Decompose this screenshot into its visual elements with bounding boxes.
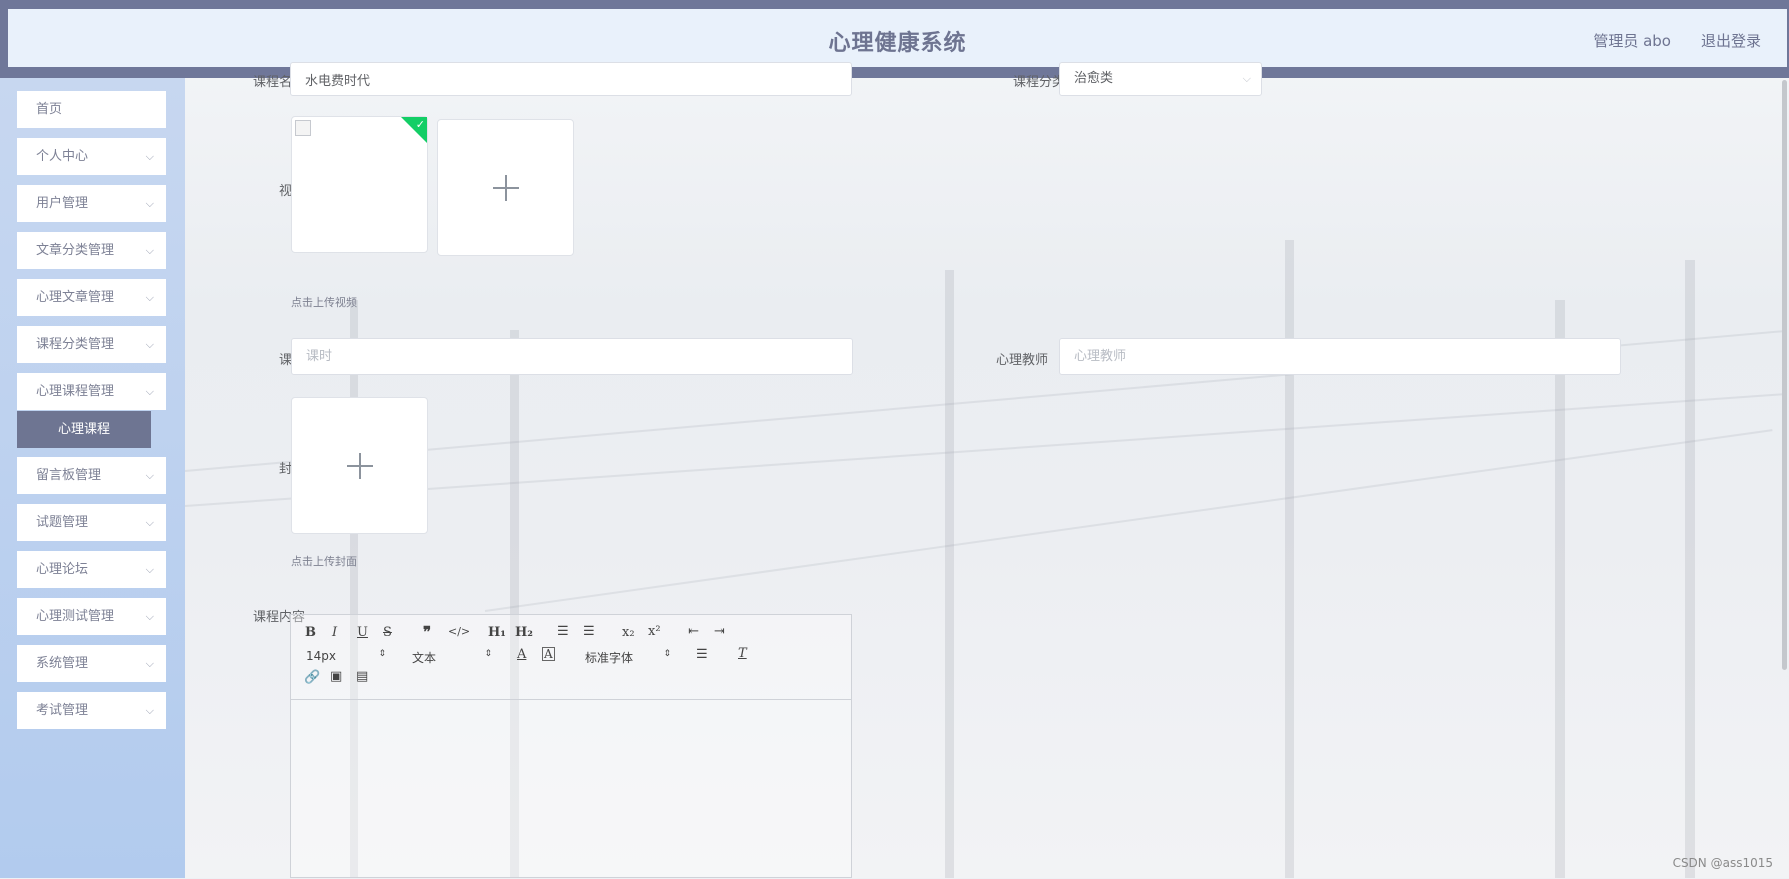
chevron-down-icon: ⌵ — [145, 610, 154, 623]
sidebar-item-label: 心理论坛 — [36, 562, 89, 577]
video-upload-hint: 点击上传视频 — [291, 296, 357, 309]
bold-icon[interactable]: B — [305, 625, 316, 640]
header-select[interactable]: 文本 ⇕ — [412, 649, 492, 665]
underline-icon[interactable]: U — [357, 625, 368, 640]
plus-icon — [492, 174, 519, 201]
course-category-select[interactable]: 治愈类 ⌵ — [1059, 62, 1262, 96]
check-icon: ✓ — [415, 118, 425, 131]
image-icon[interactable]: ▣ — [330, 669, 342, 684]
updown-arrow-icon: ⇕ — [663, 649, 671, 659]
superscript-icon[interactable]: x² — [648, 624, 661, 639]
ordered-list-icon[interactable]: ☰ — [557, 624, 569, 639]
editor-content-area[interactable] — [291, 699, 851, 879]
header-select-value: 文本 — [412, 651, 437, 665]
chevron-down-icon: ⌵ — [145, 704, 154, 717]
bullet-list-icon[interactable]: ☰ — [583, 624, 595, 639]
strikethrough-icon[interactable]: S — [383, 625, 392, 640]
sidebar-item-forum[interactable]: 心理论坛 ⌵ — [17, 551, 166, 588]
sidebar-item-article-management[interactable]: 心理文章管理 ⌵ — [17, 279, 166, 316]
font-color-icon[interactable]: A — [517, 647, 526, 662]
sidebar-item-label: 心理文章管理 — [36, 290, 115, 305]
rich-text-editor: B I U S ❞ </> H₁ H₂ ☰ ☰ x₂ x² ⇤ ⇥ 14px ⇕ … — [290, 614, 852, 878]
chevron-down-icon: ⌵ — [145, 657, 154, 670]
plus-icon — [346, 452, 373, 479]
background-color-icon[interactable]: A — [542, 647, 555, 661]
code-block-icon[interactable]: </> — [448, 625, 470, 638]
updown-arrow-icon: ⇕ — [484, 649, 492, 659]
italic-icon[interactable]: I — [332, 625, 337, 640]
subscript-icon[interactable]: x₂ — [622, 625, 635, 640]
sidebar-item-user-management[interactable]: 用户管理 ⌵ — [17, 185, 166, 222]
sidebar-item-label: 考试管理 — [36, 703, 89, 718]
header1-icon[interactable]: H₁ — [488, 625, 506, 640]
teacher-input[interactable] — [1059, 338, 1621, 375]
sidebar-item-label: 心理测试管理 — [36, 609, 115, 624]
header2-icon[interactable]: H₂ — [515, 625, 533, 640]
chevron-down-icon: ⌵ — [145, 563, 154, 576]
sidebar-item-label: 心理课程管理 — [36, 384, 115, 399]
submenu-item-course[interactable]: 心理课程 — [17, 411, 151, 448]
sidebar-item-exam-management[interactable]: 考试管理 ⌵ — [17, 692, 166, 729]
sidebar-item-message-board[interactable]: 留言板管理 ⌵ — [17, 457, 166, 494]
course-category-value: 治愈类 — [1074, 71, 1114, 86]
font-family-value: 标准字体 — [585, 651, 634, 665]
teacher-label: 心理教师 — [995, 353, 1048, 368]
editor-toolbar: B I U S ❞ </> H₁ H₂ ☰ ☰ x₂ x² ⇤ ⇥ 14px ⇕ … — [291, 615, 851, 700]
clear-format-icon[interactable]: T — [738, 646, 747, 661]
sidebar-item-label: 课程分类管理 — [36, 337, 115, 352]
chevron-down-icon: ⌵ — [145, 150, 154, 163]
chevron-down-icon: ⌵ — [145, 338, 154, 351]
chevron-down-icon: ⌵ — [1242, 72, 1251, 85]
sidebar-item-test-management[interactable]: 心理测试管理 ⌵ — [17, 598, 166, 635]
sidebar-item-article-category[interactable]: 文章分类管理 ⌵ — [17, 232, 166, 269]
cover-upload-hint: 点击上传封面 — [291, 555, 357, 568]
chevron-down-icon: ⌵ — [145, 197, 154, 210]
chevron-down-icon: ⌵ — [145, 469, 154, 482]
video-upload-button[interactable] — [437, 119, 574, 256]
align-icon[interactable]: ☰ — [696, 647, 708, 662]
video-uploaded-item[interactable]: ✓ — [291, 116, 428, 253]
sidebar-item-personal-center[interactable]: 个人中心 ⌵ — [17, 138, 166, 175]
font-size-select[interactable]: 14px ⇕ — [306, 649, 386, 665]
indent-icon[interactable]: ⇥ — [714, 624, 725, 639]
sidebar-item-home[interactable]: 首页 — [17, 91, 166, 128]
updown-arrow-icon: ⇕ — [378, 649, 386, 659]
sidebar-item-label: 系统管理 — [36, 656, 89, 671]
blockquote-icon[interactable]: ❞ — [423, 623, 431, 641]
broken-image-icon — [295, 120, 311, 136]
sidebar-item-label: 文章分类管理 — [36, 243, 115, 258]
sidebar-item-label: 试题管理 — [36, 515, 89, 530]
cover-upload-button[interactable] — [291, 397, 428, 534]
sidebar-item-course-category[interactable]: 课程分类管理 ⌵ — [17, 326, 166, 363]
font-size-value: 14px — [306, 649, 336, 663]
sidebar-item-system-management[interactable]: 系统管理 ⌵ — [17, 645, 166, 682]
sidebar-item-question-management[interactable]: 试题管理 ⌵ — [17, 504, 166, 541]
link-icon[interactable]: 🔗 — [304, 670, 320, 685]
chevron-up-icon: ⌵ — [145, 385, 154, 398]
sidebar-item-label: 首页 — [36, 102, 63, 117]
chevron-down-icon: ⌵ — [145, 244, 154, 257]
course-name-input[interactable] — [290, 62, 852, 96]
sidebar-item-course-management[interactable]: 心理课程管理 ⌵ — [17, 373, 166, 410]
sidebar: 首页 个人中心 ⌵ 用户管理 ⌵ 文章分类管理 ⌵ 心理文章管理 ⌵ 课程分类管理 ⌵ 心… — [0, 78, 185, 878]
video-icon[interactable]: ▤ — [356, 669, 368, 684]
font-family-select[interactable]: 标准字体 ⇕ — [585, 649, 671, 665]
page-scrollbar[interactable] — [1782, 80, 1787, 670]
sidebar-item-label: 个人中心 — [36, 149, 89, 164]
outdent-icon[interactable]: ⇤ — [688, 624, 699, 639]
hours-input[interactable] — [291, 338, 853, 375]
watermark: CSDN @ass1015 — [1672, 856, 1773, 870]
sidebar-item-label: 用户管理 — [36, 196, 89, 211]
chevron-down-icon: ⌵ — [145, 291, 154, 304]
sidebar-item-label: 留言板管理 — [36, 468, 102, 483]
chevron-down-icon: ⌵ — [145, 516, 154, 529]
course-category-label: 课程分类 — [1012, 75, 1065, 90]
